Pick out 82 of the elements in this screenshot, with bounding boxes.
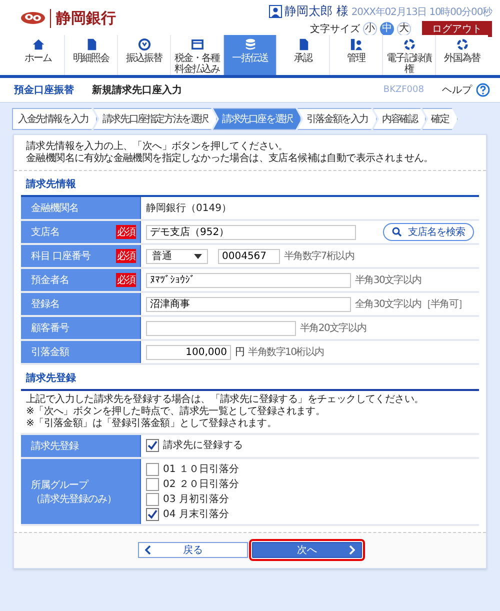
account-number-field[interactable]: 0004567 [218,248,280,264]
home-icon [32,38,44,51]
checkbox-option[interactable]: 01 １０日引落分 [146,462,239,476]
font-size-button[interactable]: 大 [397,22,411,36]
account-type-dropdown[interactable]: 普通 [146,248,208,264]
field-label: 登録名 [31,298,60,311]
section-heading: 請求先情報 [24,178,77,192]
progress-step: 内容確認 [373,108,426,130]
nav-tab[interactable]: 外国為替 [435,35,488,75]
checkbox-option[interactable]: 請求先に登録する [146,438,243,452]
database-icon [244,38,256,51]
login-datetime: 20XX年02月13日 10時00分00秒 [351,6,492,18]
text-field[interactable]: 沼津商事 [146,296,351,312]
field-label: 預金者名 [31,274,69,287]
field-hint: 半角30文字以内 [355,274,422,287]
caret-icon [194,254,202,258]
checkbox-option[interactable]: 04 月末引落分 [146,507,229,521]
ring-icon [402,38,416,51]
ring-icon [456,38,468,51]
help-link[interactable]: ヘルプ [442,83,472,97]
field-hint: 半角数字7桁以内 [284,250,354,263]
field-value: 静岡銀行（0149） [146,202,232,215]
field-label: 金融機関名 [31,202,78,215]
field-label: 顧客番号 [31,322,69,335]
section-heading: 請求先登録 [21,365,479,391]
field-hint: 半角20文字以内 [300,322,366,335]
section-title: 預金口座振替 [14,83,74,97]
page-title: 新規請求先口座入力 [92,83,182,97]
note-text: ※「引落金額」は「登録引落金額」として登録されます。 [26,418,278,430]
nav-tab[interactable]: 電子記録債権 [382,35,435,75]
note-text: ※「次へ」ボタンを押した時点で、請求先一覧として登録されます。 [26,406,326,418]
person-icon [350,38,362,51]
chevron-right-icon [349,545,355,555]
font-size-label: 文字サイズ [310,22,360,36]
help-icon[interactable] [476,83,490,97]
bank-logo-icon [20,10,46,26]
progress-step: 請求先口座指定方法を選択 [93,108,218,130]
search-icon [392,227,402,237]
search-branch-button[interactable]: 支店名を検索 [383,223,474,241]
amount-field[interactable]: 100,000 [146,344,231,360]
nav-tab[interactable]: 一括伝送 [223,35,276,75]
required-badge: 必須 [116,225,136,239]
instruction-text: 金融機関名に有効な金融機関を指定しなかった場合は、支店名候補は自動で表示されません。 [26,153,434,165]
font-size-button[interactable]: 小 [363,22,377,36]
checkbox[interactable] [146,438,159,452]
checkbox[interactable] [146,462,159,476]
text-field[interactable] [146,320,296,336]
field-sublabel: （請求先登録のみ） [31,492,116,506]
checkbox[interactable] [146,492,159,506]
field-label: 請求先登録 [31,440,78,453]
required-badge: 必須 [116,249,136,263]
checkbox[interactable] [146,508,159,520]
field-label: 所属グループ [31,478,88,492]
field-hint: 半角数字10桁以内 [248,346,324,359]
note-text: 上記で入力した請求先を登録する場合は、「請求先に登録する」をチェックしてください。 [26,394,425,406]
font-size-button[interactable]: 中 [380,22,394,36]
progress-step: 引落金額を入力 [297,108,378,130]
currency-unit: 円 [235,346,244,359]
field-hint: 全角30文字以内［半角可］ [355,298,468,311]
text-field[interactable]: ﾇﾏﾂﾞｼｮｳｼﾞ [146,272,351,288]
checkbox[interactable] [146,478,159,490]
progress-step: 確定 [422,108,458,130]
progress-step: 請求先口座を選択 [213,108,302,130]
field-label: 引落金額 [31,346,69,359]
field-label: 支店名 [31,226,60,239]
checkbox-option[interactable]: 03 月初引落分 [146,492,229,506]
checkbox-option[interactable]: 02 ２０日引落分 [146,477,239,491]
bank-name: 静岡銀行 [50,8,116,28]
instruction-text: 請求先情報を入力の上、「次へ」ボタンを押してください。 [26,141,289,152]
back-button[interactable]: 戻る [138,542,248,558]
field-label: 科目 口座番号 [31,250,91,263]
chevron-left-icon [145,545,151,555]
screen-id: BKZF008 [383,85,424,95]
required-badge: 必須 [116,273,136,287]
nav-tab[interactable]: 税金・各種料金払込み [170,35,223,75]
coin-icon [138,38,150,51]
branch-field[interactable]: デモ支店（952） [146,224,356,240]
next-button[interactable]: 次へ [252,542,362,558]
user-icon [268,5,282,18]
progress-step: 入金先情報を入力 [12,108,98,130]
user-name: 静岡太郎 様 [284,3,348,20]
card-icon [190,38,204,51]
